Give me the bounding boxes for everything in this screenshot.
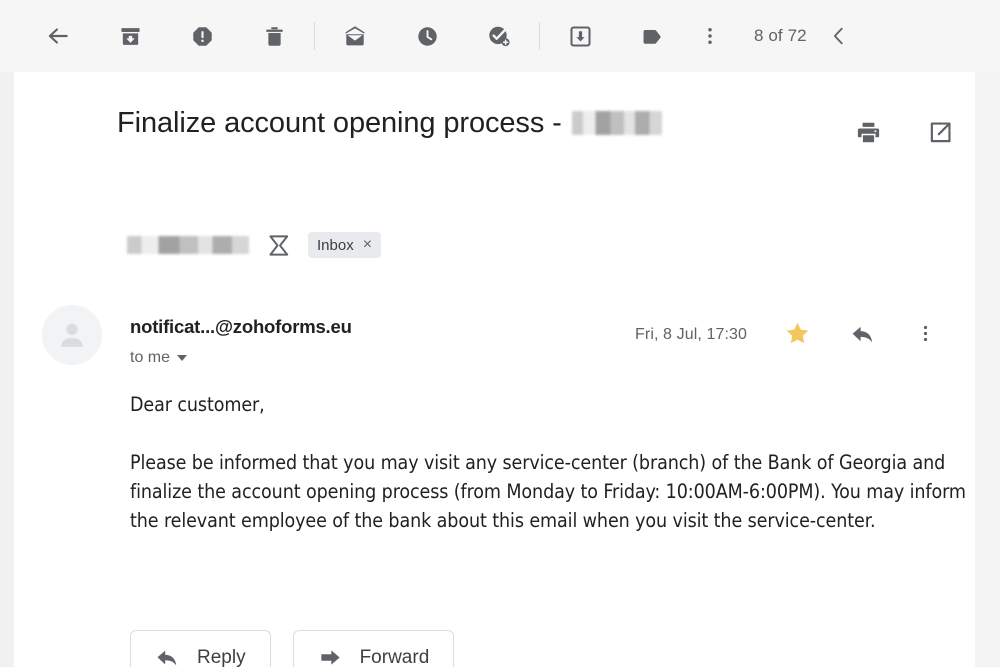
thread-arrow-icon (267, 233, 294, 258)
move-to-inbox-icon (569, 25, 592, 48)
person-icon (61, 323, 83, 347)
reply-icon-button[interactable] (843, 315, 883, 355)
scrollbar-track[interactable] (975, 72, 1000, 667)
mail-toolbar: 8 of 72 (0, 0, 1000, 72)
archive-icon (119, 25, 142, 48)
body-greeting: Dear customer, (130, 393, 265, 416)
delete-button[interactable] (252, 14, 296, 58)
spam-octagon-icon (191, 25, 214, 48)
open-in-new-window-button[interactable] (918, 110, 962, 154)
external-link-icon (928, 120, 953, 145)
mark-unread-button[interactable] (333, 14, 377, 58)
message-more-button[interactable] (905, 315, 945, 355)
sender-address[interactable]: notificat...@zohoforms.eu (130, 315, 352, 339)
forward-button[interactable]: Forward (292, 630, 455, 667)
subject-row: Finalize account opening process - (117, 104, 962, 142)
move-to-button[interactable] (558, 14, 602, 58)
snooze-button[interactable] (405, 14, 449, 58)
recipient-row[interactable]: to me (130, 348, 352, 368)
print-button[interactable] (846, 110, 890, 154)
message-counter: 8 of 72 (754, 26, 807, 45)
reply-button-label: Reply (197, 646, 246, 667)
envelope-open-icon (343, 24, 367, 48)
label-chip-text: Inbox (317, 236, 354, 254)
toolbar-divider (539, 22, 540, 50)
star-icon (784, 320, 811, 350)
report-spam-button[interactable] (180, 14, 224, 58)
message-actions: Reply Forward (130, 630, 455, 667)
reply-arrow-icon (850, 321, 876, 350)
body-paragraph: Please be informed that you may visit an… (130, 451, 966, 532)
add-to-tasks-button[interactable] (477, 14, 521, 58)
avatar (42, 305, 102, 365)
sender-block: notificat...@zohoforms.eu to me (130, 315, 352, 368)
printer-icon (856, 120, 881, 145)
reply-button[interactable]: Reply (130, 630, 271, 667)
toolbar-divider (314, 22, 315, 50)
label-chip-remove-icon[interactable]: × (363, 237, 372, 253)
forward-button-label: Forward (359, 646, 430, 667)
message-timestamp: Fri, 8 Jul, 17:30 (635, 326, 747, 343)
forward-arrow-icon (318, 645, 343, 667)
page-title: Finalize account opening process - (117, 107, 562, 139)
message-body: Dear customer, Please be informed that y… (130, 390, 975, 535)
reply-arrow-icon (155, 645, 180, 667)
archive-button[interactable] (108, 14, 152, 58)
recipient-label: to me (130, 349, 171, 366)
more-vert-icon (699, 25, 721, 47)
tag-icon (640, 24, 665, 49)
star-button[interactable] (777, 315, 817, 355)
chevron-down-icon[interactable] (177, 355, 188, 361)
message-card: Finalize account opening process - Inbox… (14, 72, 975, 667)
more-vert-icon (915, 323, 936, 347)
redacted-subject-fragment (571, 111, 662, 135)
trash-icon (263, 25, 286, 48)
more-options-button[interactable] (688, 14, 732, 58)
newer-message-button[interactable] (817, 14, 861, 58)
chevron-left-icon (828, 25, 850, 47)
subject-actions (846, 110, 962, 154)
back-button[interactable] (36, 14, 80, 58)
back-arrow-icon (45, 23, 71, 49)
labels-button[interactable] (630, 14, 674, 58)
clock-icon (416, 25, 439, 48)
redacted-sender-name (127, 236, 249, 254)
task-check-plus-icon (487, 24, 511, 48)
message-meta: Fri, 8 Jul, 17:30 (635, 315, 945, 355)
label-chip-inbox[interactable]: Inbox × (308, 232, 382, 258)
label-row: Inbox × (127, 232, 382, 258)
